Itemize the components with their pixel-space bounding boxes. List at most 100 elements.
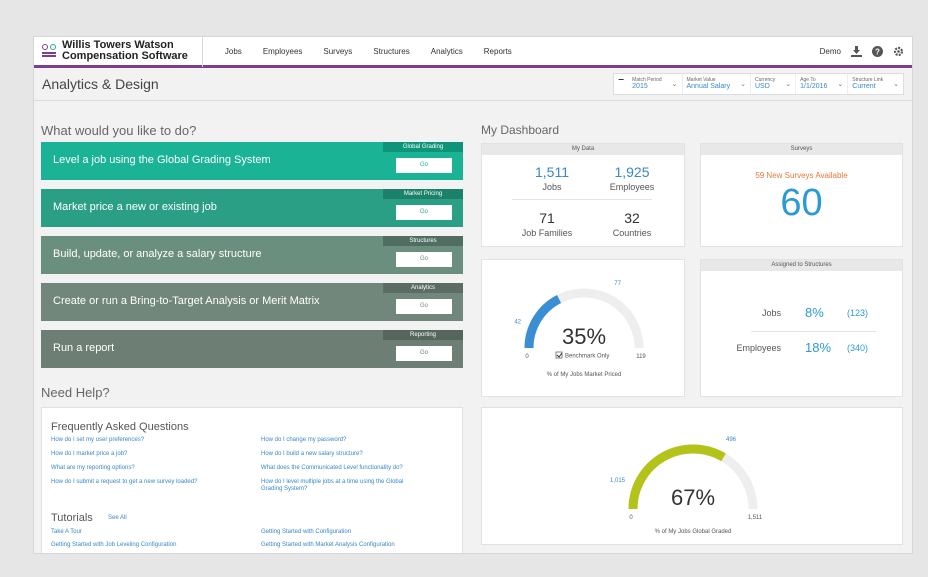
- faq-link[interactable]: How do I build a new salary structure?: [261, 451, 363, 457]
- chevron-down-icon: ⌄: [837, 81, 844, 88]
- gauge-left-value: 1,015: [610, 478, 626, 484]
- nav-structures[interactable]: Structures: [373, 47, 409, 56]
- structure-row-label: Employees: [736, 343, 781, 353]
- gauge-min: 0: [525, 354, 529, 360]
- faq-link[interactable]: How do I level multiple jobs at a time u…: [261, 479, 403, 485]
- nav-analytics[interactable]: Analytics: [431, 47, 463, 56]
- benchmark-label: Benchmark Only: [565, 354, 609, 360]
- employees-label: Employees: [609, 182, 655, 192]
- nav-employees[interactable]: Employees: [263, 47, 303, 56]
- my-data-card: My Data 1,511 Jobs 1,925 Employees 71 Jo…: [481, 143, 685, 247]
- divider: [751, 331, 876, 332]
- action-text: Build, update, or analyze a salary struc…: [53, 248, 262, 260]
- tutorial-link[interactable]: Getting Started with Configuration: [261, 529, 351, 535]
- gauge-max: 1,511: [748, 515, 763, 521]
- gauge-caption: % of My Jobs Market Priced: [547, 372, 622, 378]
- logo-icon: [42, 44, 56, 58]
- gauge-fill: [524, 294, 562, 349]
- chevron-down-icon: ⌄: [785, 81, 792, 88]
- help-icon[interactable]: ?: [871, 45, 883, 57]
- action-text: Market price a new or existing job: [53, 201, 217, 213]
- filter-bar: – Match Period 2015 ⌄ Market Value Annual Sa…: [613, 73, 904, 95]
- faq-link[interactable]: How do I market price a job?: [51, 451, 127, 457]
- gauge-min: 0: [629, 515, 633, 521]
- go-button[interactable]: Go: [396, 346, 452, 361]
- market-priced-gauge: 35% 42 77 0 119 % of My Jobs Market Priced Ben…: [514, 281, 646, 378]
- collapse-filters-button[interactable]: –: [614, 74, 628, 94]
- chevron-down-icon: ⌄: [671, 81, 678, 88]
- action-tag: Analytics: [383, 283, 463, 293]
- action-structures: Build, update, or analyze a salary struc…: [41, 236, 463, 274]
- faq-title: Frequently Asked Questions: [51, 421, 189, 433]
- nav-reports[interactable]: Reports: [484, 47, 512, 56]
- svg-text:?: ?: [875, 47, 880, 56]
- go-button[interactable]: Go: [396, 299, 452, 314]
- action-text: Run a report: [53, 342, 115, 354]
- faq-link[interactable]: Grading System?: [261, 486, 307, 492]
- action-tag: Structures: [383, 236, 463, 246]
- brand-logo[interactable]: Willis Towers Watson Compensation Softwar…: [42, 37, 203, 67]
- action-tag: Global Grading: [383, 142, 463, 152]
- gauge-left-value: 42: [514, 319, 521, 325]
- surveys-count: 60: [780, 182, 823, 224]
- new-surveys-note[interactable]: 59 New Surveys Available: [701, 171, 902, 180]
- gauge-right-value: 77: [614, 281, 621, 287]
- faq-link[interactable]: How do I change my password?: [261, 437, 346, 443]
- filter-value: Annual Salary: [686, 83, 731, 90]
- faq-link[interactable]: What does the Communicated Level functio…: [261, 465, 403, 471]
- assigned-structures-card: Assigned to Structures Jobs 8% (123) Employ…: [700, 259, 903, 397]
- action-tag: Market Pricing: [383, 189, 463, 199]
- go-button[interactable]: Go: [396, 205, 452, 220]
- filter-match-period[interactable]: Match Period 2015 ⌄: [628, 74, 683, 94]
- dashboard-heading: My Dashboard: [481, 123, 560, 137]
- chevron-down-icon: ⌄: [893, 81, 899, 88]
- job-families-count: 71: [539, 210, 555, 226]
- filter-age-to[interactable]: Age To 1/1/2016 ⌄: [796, 74, 849, 94]
- filter-value: 2015: [632, 83, 648, 90]
- action-text: Create or run a Bring-to-Target Analysis…: [53, 295, 320, 307]
- action-reporting: Run a report Reporting Go: [41, 330, 463, 368]
- jobs-label: Jobs: [542, 182, 562, 192]
- download-icon[interactable]: [850, 45, 862, 57]
- gear-icon[interactable]: [892, 45, 904, 57]
- structure-row-count[interactable]: (340): [847, 343, 868, 353]
- nav-surveys[interactable]: Surveys: [323, 47, 352, 56]
- gauge-caption: % of My Jobs Global Graded: [655, 529, 732, 535]
- structure-row-count[interactable]: (123): [847, 308, 868, 318]
- filter-structure-link[interactable]: Structure Link Current ⌄: [848, 74, 903, 94]
- filter-market-value[interactable]: Market Value Annual Salary ⌄: [683, 74, 751, 94]
- global-graded-card: 67% 1,015 496 0 1,511 % of My Jobs Global Gra…: [481, 407, 903, 545]
- filter-currency[interactable]: Currency USD ⌄: [751, 74, 797, 94]
- action-analytics: Create or run a Bring-to-Target Analysis…: [41, 283, 463, 321]
- jobs-count: 1,511: [535, 164, 569, 180]
- surveys-card[interactable]: Surveys 59 New Surveys Available 60: [700, 143, 903, 247]
- tutorial-link[interactable]: Getting Started with Market Analysis Con…: [261, 542, 395, 548]
- gauge-max: 119: [636, 354, 646, 360]
- page-title: Analytics & Design: [42, 76, 159, 92]
- structure-row-label: Jobs: [761, 308, 781, 318]
- nav-jobs[interactable]: Jobs: [225, 47, 242, 56]
- action-tag: Reporting: [383, 330, 463, 340]
- brand-product: Compensation Software: [62, 50, 188, 62]
- structure-row-pct: 18%: [805, 340, 832, 355]
- tutorial-link[interactable]: Take A Tour: [51, 529, 82, 535]
- faq-link[interactable]: How do I set my user preferences?: [51, 437, 144, 443]
- countries-label: Countries: [612, 228, 652, 238]
- employees-count: 1,925: [614, 164, 650, 180]
- faq-link[interactable]: How do I submit a request to get a new s…: [51, 479, 197, 485]
- assigned-structures-title: Assigned to Structures: [701, 260, 902, 271]
- top-nav: Willis Towers Watson Compensation Softwar…: [34, 37, 912, 68]
- tutorial-link[interactable]: Getting Started with Job Leveling Config…: [51, 542, 176, 548]
- go-button[interactable]: Go: [396, 252, 452, 267]
- see-all-link[interactable]: See All: [108, 515, 127, 521]
- filter-value: Current: [852, 83, 876, 90]
- go-button[interactable]: Go: [396, 158, 452, 173]
- user-name[interactable]: Demo: [820, 47, 841, 56]
- my-data-title: My Data: [482, 144, 684, 155]
- faq-link[interactable]: What are my reporting options?: [51, 465, 135, 471]
- app-window: Willis Towers Watson Compensation Softwar…: [33, 36, 913, 554]
- help-card: Frequently Asked Questions How do I set …: [41, 407, 463, 553]
- gauge-percent: 35%: [562, 324, 606, 349]
- global-graded-gauge: 67% 1,015 496 0 1,511 % of My Jobs Global Gra…: [610, 437, 763, 535]
- todo-heading: What would you like to do?: [41, 123, 197, 138]
